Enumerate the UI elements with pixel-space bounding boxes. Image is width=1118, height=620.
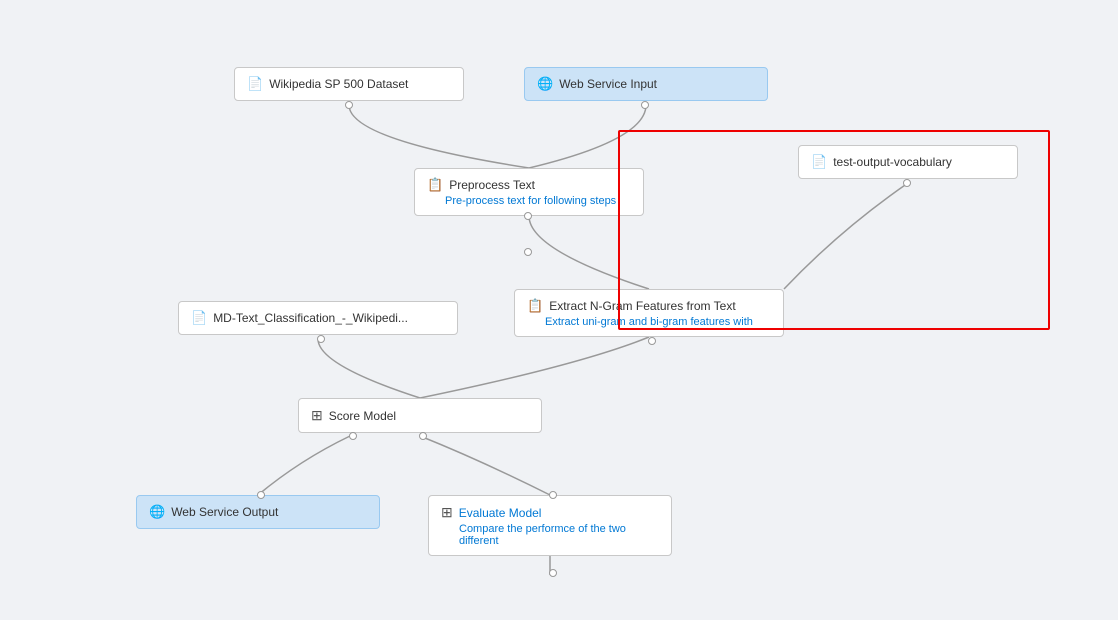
- preprocess-icon: 📋: [427, 177, 443, 193]
- connector-dot: [345, 101, 353, 109]
- connector-dot: [549, 569, 557, 577]
- connector-dot: [317, 335, 325, 343]
- connector-dot: [641, 101, 649, 109]
- wikipedia-label: Wikipedia SP 500 Dataset: [269, 77, 408, 91]
- ngram-subtitle: Extract uni-gram and bi-gram features wi…: [527, 316, 771, 328]
- wikipedia-node[interactable]: 📄 Wikipedia SP 500 Dataset: [234, 67, 464, 101]
- web-service-input-label: Web Service Input: [559, 77, 657, 91]
- connector-dot: [648, 337, 656, 345]
- ngram-icon: 📋: [527, 298, 543, 314]
- preprocess-subtitle: Pre-process text for following steps: [427, 195, 631, 207]
- web-service-output-label: Web Service Output: [171, 505, 278, 519]
- md-icon: 📄: [191, 310, 207, 326]
- connector-dot: [524, 248, 532, 256]
- evaluate-icon: ⊞: [441, 504, 453, 521]
- score-icon: ⊞: [311, 407, 323, 424]
- connector-dot: [349, 432, 357, 440]
- score-label: Score Model: [329, 409, 396, 423]
- connector-dot: [549, 491, 557, 499]
- evaluate-subtitle: Compare the performce of the two differe…: [441, 523, 659, 547]
- connector-dot: [524, 212, 532, 220]
- extract-ngram-node[interactable]: 📋 Extract N-Gram Features from Text Extr…: [514, 289, 784, 337]
- test-output-vocabulary-node[interactable]: 📄 test-output-vocabulary: [798, 145, 1018, 179]
- md-label: MD-Text_Classification_-_Wikipedi...: [213, 311, 408, 325]
- evaluate-model-node[interactable]: ⊞ Evaluate Model Compare the performce o…: [428, 495, 672, 556]
- connector-dot: [419, 432, 427, 440]
- connector-dot: [257, 491, 265, 499]
- dataset-icon: 📄: [247, 76, 263, 92]
- web-service-input-node[interactable]: 🌐 Web Service Input: [524, 67, 768, 101]
- connector-dot: [903, 179, 911, 187]
- vocab-label: test-output-vocabulary: [833, 155, 952, 169]
- preprocess-text-node[interactable]: 📋 Preprocess Text Pre-process text for f…: [414, 168, 644, 216]
- md-text-classification-node[interactable]: 📄 MD-Text_Classification_-_Wikipedi...: [178, 301, 458, 335]
- evaluate-label: Evaluate Model: [459, 506, 542, 520]
- web-service-output-node[interactable]: 🌐 Web Service Output: [136, 495, 380, 529]
- ngram-label: Extract N-Gram Features from Text: [549, 299, 736, 313]
- vocab-icon: 📄: [811, 154, 827, 170]
- pipeline-canvas[interactable]: 📄 Wikipedia SP 500 Dataset 🌐 Web Service…: [0, 0, 1118, 620]
- score-model-node[interactable]: ⊞ Score Model: [298, 398, 542, 433]
- web-icon: 🌐: [537, 76, 553, 92]
- output-web-icon: 🌐: [149, 504, 165, 520]
- preprocess-label: Preprocess Text: [449, 178, 535, 192]
